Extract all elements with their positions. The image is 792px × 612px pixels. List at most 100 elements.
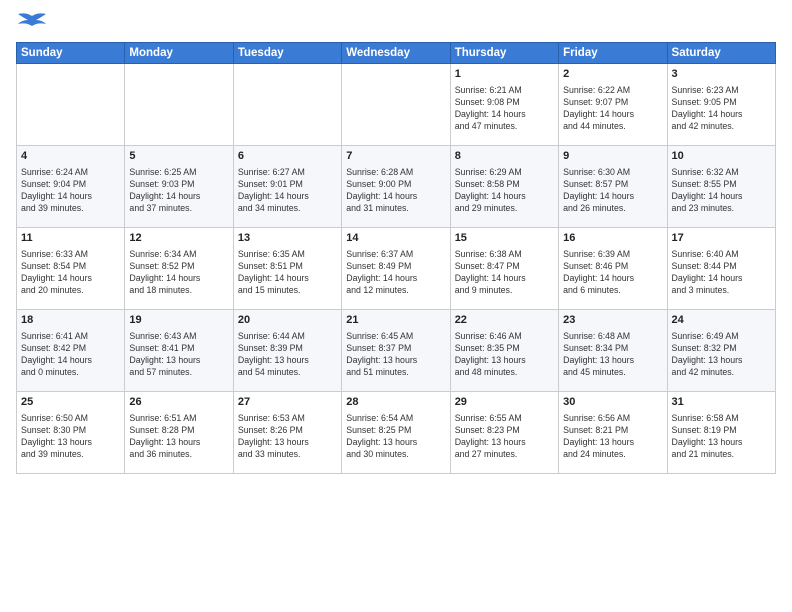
day-number: 9 — [563, 149, 662, 164]
day-info: Sunrise: 6:56 AM Sunset: 8:21 PM Dayligh… — [563, 412, 662, 461]
day-number: 22 — [455, 313, 554, 328]
day-info: Sunrise: 6:51 AM Sunset: 8:28 PM Dayligh… — [129, 412, 228, 461]
calendar-day-cell — [342, 64, 450, 146]
day-number: 27 — [238, 395, 337, 410]
day-number: 23 — [563, 313, 662, 328]
day-number: 6 — [238, 149, 337, 164]
weekday-header: Saturday — [667, 43, 775, 64]
calendar-day-cell: 31 Sunrise: 6:58 AM Sunset: 8:19 PM Dayli… — [667, 392, 775, 474]
day-number: 16 — [563, 231, 662, 246]
calendar-day-cell: 25 Sunrise: 6:50 AM Sunset: 8:30 PM Dayli… — [17, 392, 125, 474]
day-info: Sunrise: 6:44 AM Sunset: 8:39 PM Dayligh… — [238, 330, 337, 379]
day-number: 30 — [563, 395, 662, 410]
day-info: Sunrise: 6:27 AM Sunset: 9:01 PM Dayligh… — [238, 166, 337, 215]
day-number: 20 — [238, 313, 337, 328]
calendar-day-cell: 28 Sunrise: 6:54 AM Sunset: 8:25 PM Dayli… — [342, 392, 450, 474]
day-info: Sunrise: 6:50 AM Sunset: 8:30 PM Dayligh… — [21, 412, 120, 461]
day-number: 5 — [129, 149, 228, 164]
day-number: 12 — [129, 231, 228, 246]
day-info: Sunrise: 6:25 AM Sunset: 9:03 PM Dayligh… — [129, 166, 228, 215]
calendar-day-cell: 29 Sunrise: 6:55 AM Sunset: 8:23 PM Dayli… — [450, 392, 558, 474]
calendar-day-cell: 30 Sunrise: 6:56 AM Sunset: 8:21 PM Dayli… — [559, 392, 667, 474]
calendar-day-cell — [17, 64, 125, 146]
day-info: Sunrise: 6:39 AM Sunset: 8:46 PM Dayligh… — [563, 248, 662, 297]
day-number: 11 — [21, 231, 120, 246]
calendar-week-row: 25 Sunrise: 6:50 AM Sunset: 8:30 PM Dayli… — [17, 392, 776, 474]
calendar-day-cell: 18 Sunrise: 6:41 AM Sunset: 8:42 PM Dayli… — [17, 310, 125, 392]
day-number: 17 — [672, 231, 771, 246]
weekday-header: Friday — [559, 43, 667, 64]
day-info: Sunrise: 6:46 AM Sunset: 8:35 PM Dayligh… — [455, 330, 554, 379]
weekday-header: Thursday — [450, 43, 558, 64]
calendar-week-row: 4 Sunrise: 6:24 AM Sunset: 9:04 PM Daylig… — [17, 146, 776, 228]
calendar-week-row: 11 Sunrise: 6:33 AM Sunset: 8:54 PM Dayli… — [17, 228, 776, 310]
day-info: Sunrise: 6:33 AM Sunset: 8:54 PM Dayligh… — [21, 248, 120, 297]
calendar-day-cell: 15Sunrise: 6:38 AM Sunset: 8:47 PM Dayli… — [450, 228, 558, 310]
weekday-header: Wednesday — [342, 43, 450, 64]
calendar-day-cell: 6 Sunrise: 6:27 AM Sunset: 9:01 PM Daylig… — [233, 146, 341, 228]
calendar-day-cell: 21Sunrise: 6:45 AM Sunset: 8:37 PM Dayli… — [342, 310, 450, 392]
day-info: Sunrise: 6:54 AM Sunset: 8:25 PM Dayligh… — [346, 412, 445, 461]
day-info: Sunrise: 6:43 AM Sunset: 8:41 PM Dayligh… — [129, 330, 228, 379]
day-info: Sunrise: 6:58 AM Sunset: 8:19 PM Dayligh… — [672, 412, 771, 461]
calendar-day-cell: 8 Sunrise: 6:29 AM Sunset: 8:58 PM Daylig… — [450, 146, 558, 228]
day-number: 29 — [455, 395, 554, 410]
weekday-header: Monday — [125, 43, 233, 64]
day-info: Sunrise: 6:32 AM Sunset: 8:55 PM Dayligh… — [672, 166, 771, 215]
day-number: 4 — [21, 149, 120, 164]
day-number: 7 — [346, 149, 445, 164]
calendar-day-cell: 1 Sunrise: 6:21 AM Sunset: 9:08 PM Daylig… — [450, 64, 558, 146]
calendar-day-cell: 16 Sunrise: 6:39 AM Sunset: 8:46 PM Dayli… — [559, 228, 667, 310]
day-number: 25 — [21, 395, 120, 410]
calendar-day-cell: 9Sunrise: 6:30 AM Sunset: 8:57 PM Daylig… — [559, 146, 667, 228]
day-number: 1 — [455, 67, 554, 82]
weekday-header: Tuesday — [233, 43, 341, 64]
calendar-day-cell: 13Sunrise: 6:35 AM Sunset: 8:51 PM Dayli… — [233, 228, 341, 310]
logo — [16, 12, 46, 34]
day-info: Sunrise: 6:34 AM Sunset: 8:52 PM Dayligh… — [129, 248, 228, 297]
day-info: Sunrise: 6:37 AM Sunset: 8:49 PM Dayligh… — [346, 248, 445, 297]
day-number: 8 — [455, 149, 554, 164]
calendar-day-cell: 11 Sunrise: 6:33 AM Sunset: 8:54 PM Dayli… — [17, 228, 125, 310]
calendar-day-cell: 19 Sunrise: 6:43 AM Sunset: 8:41 PM Dayli… — [125, 310, 233, 392]
calendar-day-cell: 7 Sunrise: 6:28 AM Sunset: 9:00 PM Daylig… — [342, 146, 450, 228]
day-info: Sunrise: 6:21 AM Sunset: 9:08 PM Dayligh… — [455, 84, 554, 133]
calendar-day-cell: 10 Sunrise: 6:32 AM Sunset: 8:55 PM Dayli… — [667, 146, 775, 228]
day-number: 2 — [563, 67, 662, 82]
calendar-day-cell: 5 Sunrise: 6:25 AM Sunset: 9:03 PM Daylig… — [125, 146, 233, 228]
day-number: 3 — [672, 67, 771, 82]
day-number: 21 — [346, 313, 445, 328]
day-number: 14 — [346, 231, 445, 246]
day-number: 13 — [238, 231, 337, 246]
day-number: 31 — [672, 395, 771, 410]
logo-bird-icon — [18, 12, 46, 34]
calendar-day-cell — [125, 64, 233, 146]
calendar-day-cell: 3 Sunrise: 6:23 AM Sunset: 9:05 PM Daylig… — [667, 64, 775, 146]
calendar-day-cell: 4 Sunrise: 6:24 AM Sunset: 9:04 PM Daylig… — [17, 146, 125, 228]
day-info: Sunrise: 6:55 AM Sunset: 8:23 PM Dayligh… — [455, 412, 554, 461]
day-info: Sunrise: 6:28 AM Sunset: 9:00 PM Dayligh… — [346, 166, 445, 215]
day-number: 28 — [346, 395, 445, 410]
calendar-day-cell: 20 Sunrise: 6:44 AM Sunset: 8:39 PM Dayli… — [233, 310, 341, 392]
day-info: Sunrise: 6:24 AM Sunset: 9:04 PM Dayligh… — [21, 166, 120, 215]
calendar-day-cell: 2Sunrise: 6:22 AM Sunset: 9:07 PM Daylig… — [559, 64, 667, 146]
day-info: Sunrise: 6:40 AM Sunset: 8:44 PM Dayligh… — [672, 248, 771, 297]
day-number: 15 — [455, 231, 554, 246]
calendar-day-cell: 22 Sunrise: 6:46 AM Sunset: 8:35 PM Dayli… — [450, 310, 558, 392]
calendar-week-row: 18 Sunrise: 6:41 AM Sunset: 8:42 PM Dayli… — [17, 310, 776, 392]
day-info: Sunrise: 6:53 AM Sunset: 8:26 PM Dayligh… — [238, 412, 337, 461]
calendar-page: SundayMondayTuesdayWednesdayThursdayFrid… — [0, 0, 792, 612]
day-number: 19 — [129, 313, 228, 328]
day-number: 24 — [672, 313, 771, 328]
day-number: 26 — [129, 395, 228, 410]
calendar-day-cell: 17 Sunrise: 6:40 AM Sunset: 8:44 PM Dayli… — [667, 228, 775, 310]
weekday-header: Sunday — [17, 43, 125, 64]
day-info: Sunrise: 6:23 AM Sunset: 9:05 PM Dayligh… — [672, 84, 771, 133]
day-number: 18 — [21, 313, 120, 328]
calendar-day-cell: 14 Sunrise: 6:37 AM Sunset: 8:49 PM Dayli… — [342, 228, 450, 310]
day-info: Sunrise: 6:29 AM Sunset: 8:58 PM Dayligh… — [455, 166, 554, 215]
day-number: 10 — [672, 149, 771, 164]
day-info: Sunrise: 6:48 AM Sunset: 8:34 PM Dayligh… — [563, 330, 662, 379]
page-header — [16, 12, 776, 34]
day-info: Sunrise: 6:41 AM Sunset: 8:42 PM Dayligh… — [21, 330, 120, 379]
